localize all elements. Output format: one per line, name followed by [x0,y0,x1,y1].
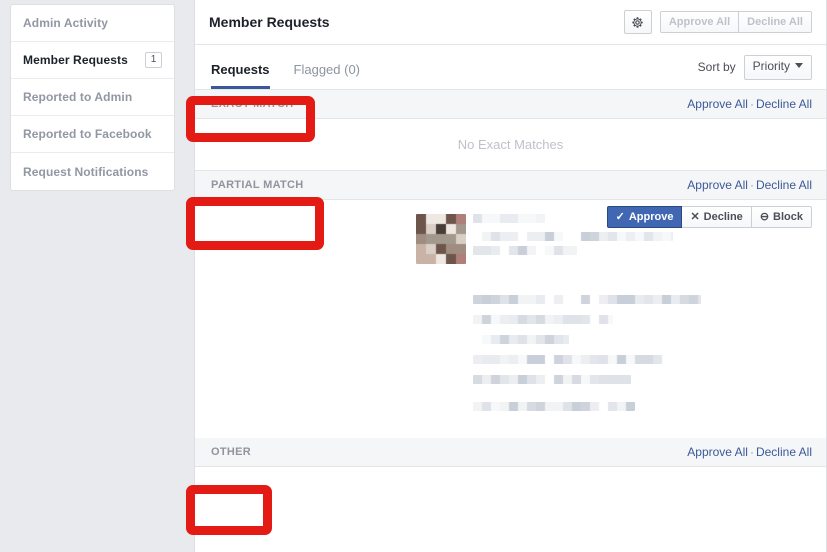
section-title: EXACT MATCH [211,98,294,110]
redacted-text-line [473,402,635,411]
bulk-actions-group: Approve All Decline All [659,11,812,33]
redacted-text-line [473,375,631,384]
tab-flagged[interactable]: Flagged (0) [294,45,360,89]
section-title: PARTIAL MATCH [211,179,304,191]
redacted-text-line [473,295,701,304]
member-requests-panel: Member Requests Approve All Decline All … [194,0,827,552]
sidebar-item-label: Admin Activity [23,16,108,30]
sort-by-label: Sort by [697,60,736,74]
approve-all-button[interactable]: Approve All [659,11,740,33]
admin-sidebar: Admin Activity Member Requests 1 Reporte… [10,4,175,191]
panel-header: Member Requests Approve All Decline All [195,0,826,45]
sort-by-value: Priority [752,58,790,73]
section-header-other: OTHER Approve All · Decline All [195,438,826,467]
section-decline-all-link[interactable]: Decline All [756,178,812,192]
redacted-text-line [473,355,663,364]
section-title: OTHER [211,446,251,458]
link-separator: · [749,445,754,459]
section-header-partial-match: PARTIAL MATCH Approve All · Decline All [195,171,826,200]
section-bulk-links: Approve All · Decline All [687,97,812,111]
sidebar-item-request-notifications[interactable]: Request Notifications [11,153,174,190]
redacted-text-line [473,335,569,344]
redacted-request-content [211,210,812,432]
sidebar-item-label: Reported to Facebook [23,127,152,141]
sidebar-item-admin-activity[interactable]: Admin Activity [11,5,174,42]
exact-match-empty-message: No Exact Matches [195,119,826,171]
tab-bar: Requests Flagged (0) Sort by Priority [195,45,826,90]
section-approve-all-link[interactable]: Approve All [687,97,748,111]
member-request-row: ✓ Approve ✕ Decline ⊖ Block [195,200,826,438]
section-approve-all-link[interactable]: Approve All [687,445,748,459]
page-root: Admin Activity Member Requests 1 Reporte… [0,0,827,552]
redacted-text-line [473,315,613,324]
gear-icon [632,16,644,28]
section-decline-all-link[interactable]: Decline All [756,97,812,111]
sidebar-item-label: Reported to Admin [23,90,133,104]
sidebar-item-label: Request Notifications [23,164,149,179]
chevron-down-icon [795,62,803,68]
sidebar-item-label: Member Requests [23,53,128,67]
sidebar-item-reported-to-facebook[interactable]: Reported to Facebook [11,116,174,153]
section-header-exact-match: EXACT MATCH Approve All · Decline All [195,90,826,119]
decline-all-button[interactable]: Decline All [739,11,812,33]
redacted-text-line [473,214,545,223]
redacted-text-line [473,232,673,241]
sidebar-item-member-requests[interactable]: Member Requests 1 [11,42,174,79]
sort-by-dropdown[interactable]: Priority [743,54,812,80]
sidebar-item-reported-to-admin[interactable]: Reported to Admin [11,79,174,116]
settings-button[interactable] [623,10,652,34]
section-bulk-links: Approve All · Decline All [687,178,812,192]
section-decline-all-link[interactable]: Decline All [756,445,812,459]
link-separator: · [749,178,754,192]
tab-requests[interactable]: Requests [211,45,270,89]
sidebar-item-badge-count: 1 [145,52,162,68]
redacted-text-line [473,246,577,255]
avatar [416,214,466,264]
section-bulk-links: Approve All · Decline All [687,445,812,459]
page-title: Member Requests [209,14,330,30]
link-separator: · [749,97,754,111]
section-approve-all-link[interactable]: Approve All [687,178,748,192]
